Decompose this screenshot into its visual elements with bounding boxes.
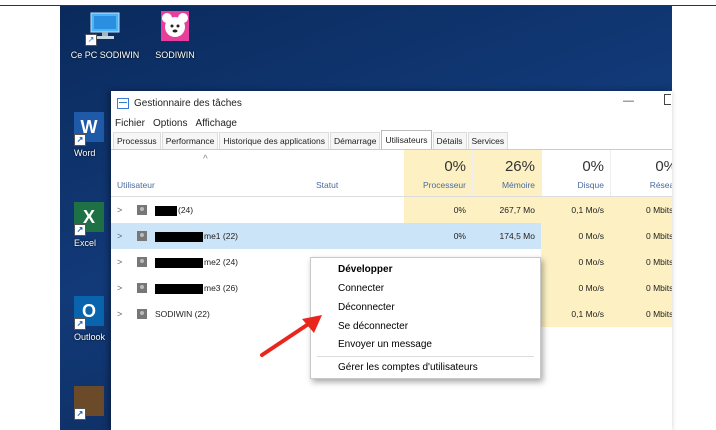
user-icon bbox=[137, 205, 147, 215]
expand-chevron-icon[interactable]: > bbox=[117, 249, 122, 275]
user-icon bbox=[137, 257, 147, 267]
user-name: me1 (22) bbox=[155, 223, 238, 249]
user-icon bbox=[137, 283, 147, 293]
desktop-icon-outlook[interactable]: O ↗ Outlook bbox=[74, 296, 108, 342]
menu-options[interactable]: Options bbox=[153, 118, 187, 129]
desktop-icon-excel[interactable]: X ↗ Excel bbox=[74, 202, 108, 248]
minimize-button[interactable]: — bbox=[623, 95, 634, 107]
user-name: me2 (24) bbox=[155, 249, 238, 275]
redacted-block bbox=[155, 205, 177, 216]
desktop-icon-word[interactable]: W ↗ Word bbox=[74, 112, 108, 158]
table-row[interactable]: > (24) 0% 267,7 Mo 0,1 Mo/s 0 Mbits/s bbox=[111, 197, 672, 223]
tab-demarrage[interactable]: Démarrage bbox=[329, 132, 381, 149]
tab-processus[interactable]: Processus bbox=[113, 132, 161, 149]
tab-historique[interactable]: Historique des applications bbox=[219, 132, 329, 149]
cell-network: 0 Mbits/s bbox=[610, 197, 672, 223]
expand-chevron-icon[interactable]: > bbox=[117, 275, 122, 301]
column-header-memory[interactable]: 26% Mémoire bbox=[472, 150, 541, 196]
expand-chevron-icon[interactable]: > bbox=[117, 197, 122, 223]
menu-item-gerer-comptes[interactable]: Gérer les comptes d'utilisateurs bbox=[338, 362, 478, 373]
cell-disk: 0 Mo/s bbox=[541, 223, 610, 249]
cell-disk: 0 Mo/s bbox=[541, 249, 610, 275]
column-header-disk[interactable]: 0% Disque bbox=[541, 150, 610, 196]
tab-details[interactable]: Détails bbox=[432, 132, 467, 149]
desktop-icon-app[interactable]: ↗ bbox=[74, 386, 108, 420]
tab-performance[interactable]: Performance bbox=[161, 132, 219, 149]
desktop-icon-label: Ce PC SODIWIN bbox=[70, 50, 140, 60]
menu-affichage[interactable]: Affichage bbox=[195, 118, 237, 129]
cell-network: 0 Mbits/s bbox=[610, 275, 672, 301]
cell-disk: 0,1 Mo/s bbox=[541, 197, 610, 223]
table-row-selected[interactable]: > me1 (22) 0% 174,5 Mo 0 Mo/s 0 Mbits/s bbox=[111, 223, 672, 249]
tab-bar: Processus Performance Historique des app… bbox=[111, 130, 672, 150]
user-name: (24) bbox=[155, 197, 193, 223]
redacted-block bbox=[155, 231, 203, 242]
menu-item-deconnecter[interactable]: Déconnecter bbox=[338, 302, 395, 313]
app-icon: ↗ bbox=[74, 386, 104, 420]
redacted-block bbox=[155, 283, 203, 294]
menu-item-developper[interactable]: Développer bbox=[338, 264, 392, 275]
cell-cpu: 0% bbox=[404, 197, 472, 223]
cell-network: 0 Mbits/s bbox=[610, 301, 672, 327]
menu-item-envoyer-message[interactable]: Envoyer un message bbox=[338, 339, 432, 350]
tab-utilisateurs[interactable]: Utilisateurs bbox=[381, 130, 432, 149]
tab-services[interactable]: Services bbox=[467, 132, 509, 149]
column-header-status[interactable]: Statut bbox=[316, 180, 338, 190]
cell-network: 0 Mbits/s bbox=[610, 223, 672, 249]
cell-memory: 174,5 Mo bbox=[499, 231, 535, 241]
word-icon: W ↗ bbox=[74, 112, 104, 146]
user-name: me3 (26) bbox=[155, 275, 238, 301]
menu-fichier[interactable]: Fichier bbox=[115, 118, 145, 129]
pink-mascot-icon bbox=[155, 10, 195, 46]
cell-cpu: 0% bbox=[453, 231, 466, 241]
window-title: Gestionnaire des tâches bbox=[134, 97, 242, 109]
column-header-cpu[interactable]: 0% Processeur bbox=[404, 150, 472, 196]
excel-icon: X ↗ bbox=[74, 202, 104, 236]
user-icon bbox=[137, 309, 147, 319]
menu-bar: Fichier Options Affichage bbox=[111, 115, 672, 131]
shortcut-arrow-icon: ↗ bbox=[85, 34, 97, 46]
column-header-user[interactable]: Utilisateur bbox=[117, 180, 155, 190]
table-header: ^ Utilisateur Statut 0% Processeur 26% M… bbox=[111, 150, 672, 197]
redacted-block bbox=[155, 257, 203, 268]
expand-chevron-icon[interactable]: > bbox=[117, 223, 122, 249]
cell-network: 0 Mbits/s bbox=[610, 249, 672, 275]
expand-chevron-icon[interactable]: > bbox=[117, 301, 122, 327]
shortcut-arrow-icon: ↗ bbox=[74, 318, 86, 330]
shortcut-arrow-icon: ↗ bbox=[74, 134, 86, 146]
context-menu: Développer Connecter Déconnecter Se déco… bbox=[310, 257, 541, 379]
maximize-button[interactable] bbox=[664, 94, 671, 105]
desktop-icon-this-pc[interactable]: ↗ Ce PC SODIWIN bbox=[70, 10, 140, 60]
user-icon bbox=[137, 231, 147, 241]
cell-disk: 0 Mo/s bbox=[541, 275, 610, 301]
sort-chevron-icon: ^ bbox=[203, 154, 208, 165]
red-arrow-annotation bbox=[260, 315, 322, 357]
column-header-network[interactable]: 0% Réseau bbox=[610, 150, 672, 196]
shortcut-arrow-icon: ↗ bbox=[74, 408, 86, 420]
menu-separator bbox=[317, 356, 534, 357]
outlook-icon: O ↗ bbox=[74, 296, 104, 330]
menu-item-connecter[interactable]: Connecter bbox=[338, 283, 384, 294]
computer-icon: ↗ bbox=[85, 10, 125, 46]
user-name: SODIWIN (22) bbox=[155, 309, 210, 319]
cell-disk: 0,1 Mo/s bbox=[541, 301, 610, 327]
desktop-icon-sodiwin[interactable]: SODIWIN bbox=[140, 10, 210, 60]
shortcut-arrow-icon: ↗ bbox=[74, 224, 86, 236]
task-manager-icon bbox=[117, 97, 129, 109]
desktop-icon-label: SODIWIN bbox=[155, 50, 195, 60]
menu-item-se-deconnecter[interactable]: Se déconnecter bbox=[338, 321, 408, 332]
title-bar[interactable]: Gestionnaire des tâches — bbox=[111, 91, 672, 115]
cell-memory: 267,7 Mo bbox=[472, 197, 541, 223]
